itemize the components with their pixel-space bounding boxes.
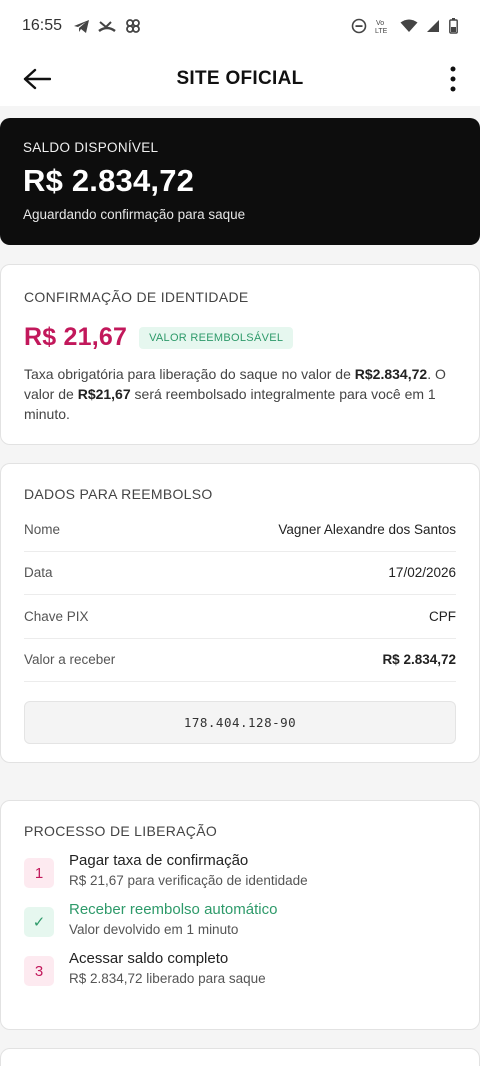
balance-card: SALDO DISPONÍVEL R$ 2.834,72 Aguardando … (0, 118, 480, 245)
row-value: 17/02/2026 (388, 565, 456, 581)
status-time: 16:55 (22, 17, 63, 34)
refund-row-date: Data 17/02/2026 (24, 552, 456, 595)
page-title: SITE OFICIAL (176, 68, 304, 89)
desc-fee-amount: R$21,67 (77, 386, 131, 402)
balance-amount: R$ 2.834,72 (23, 163, 195, 198)
telegram-icon (72, 17, 90, 35)
step-number: 1 (24, 858, 54, 888)
step-subtitle: Valor devolvido em 1 minuto (69, 922, 239, 937)
step-title: Acessar saldo completo (69, 950, 229, 967)
refund-card: DADOS PARA REEMBOLSO Nome Vagner Alexand… (0, 463, 480, 763)
identity-title: CONFIRMAÇÃO DE IDENTIDADE (24, 289, 249, 305)
row-label: Chave PIX (24, 608, 89, 624)
more-options-icon[interactable] (438, 62, 468, 96)
step-subtitle: R$ 2.834,72 liberado para saque (69, 971, 266, 986)
balance-subtitle: Aguardando confirmação para saque (23, 207, 246, 222)
notification-icons (72, 17, 142, 35)
svg-text:Vo: Vo (376, 20, 384, 27)
row-value: Vagner Alexandre dos Santos (278, 521, 456, 537)
step-title: Pagar taxa de confirmação (69, 852, 249, 869)
process-step: 1 Pagar taxa de confirmação R$ 21,67 par… (24, 852, 456, 888)
refund-row-name: Nome Vagner Alexandre dos Santos (24, 508, 456, 552)
back-arrow-icon[interactable] (20, 62, 54, 96)
pix-key-field[interactable]: 178.404.128-90 (24, 701, 456, 744)
next-card (0, 1048, 480, 1066)
step-number: 3 (24, 956, 54, 986)
fee-description: Taxa obrigatória para liberação do saque… (24, 366, 446, 422)
process-step: 3 Acessar saldo completo R$ 2.834,72 lib… (24, 950, 456, 986)
volte-icon: Vo LTE (374, 17, 394, 35)
battery-icon (448, 17, 458, 35)
process-card: PROCESSO DE LIBERAÇÃO 1 Pagar taxa de co… (0, 800, 480, 1030)
process-step: ✓ Receber reembolso automático Valor dev… (24, 901, 456, 937)
row-label: Valor a receber (24, 652, 116, 668)
process-title: PROCESSO DE LIBERAÇÃO (24, 823, 218, 839)
row-label: Nome (24, 521, 61, 537)
signal-icon (424, 17, 442, 35)
check-icon: ✓ (24, 907, 54, 937)
status-bar: 16:55 Vo LTE (0, 0, 480, 52)
refund-row-pix-key: Chave PIX CPF (24, 595, 456, 639)
balance-label: SALDO DISPONÍVEL (23, 140, 159, 155)
svg-text:LTE: LTE (375, 28, 388, 35)
refundable-badge: VALOR REEMBOLSÁVEL (139, 326, 294, 349)
missed-call-icon (98, 17, 116, 35)
fee-amount: R$ 21,67 (24, 323, 128, 351)
row-value: CPF (429, 608, 456, 624)
step-title: Receber reembolso automático (69, 901, 278, 918)
desc-balance-amount: R$2.834,72 (354, 366, 428, 382)
step-subtitle: R$ 21,67 para verificação de identidade (69, 873, 308, 888)
row-label: Data (24, 565, 53, 581)
do-not-disturb-icon (350, 17, 368, 35)
row-value: R$ 2.834,72 (382, 652, 456, 668)
wifi-icon (400, 17, 418, 35)
refund-row-amount: Valor a receber R$ 2.834,72 (24, 639, 456, 682)
system-icons: Vo LTE (350, 17, 458, 35)
refund-title: DADOS PARA REEMBOLSO (24, 486, 213, 502)
identity-card: CONFIRMAÇÃO DE IDENTIDADE R$ 21,67 VALOR… (0, 264, 480, 445)
app-bar: SITE OFICIAL (0, 52, 480, 106)
pinwheel-icon (124, 17, 142, 35)
